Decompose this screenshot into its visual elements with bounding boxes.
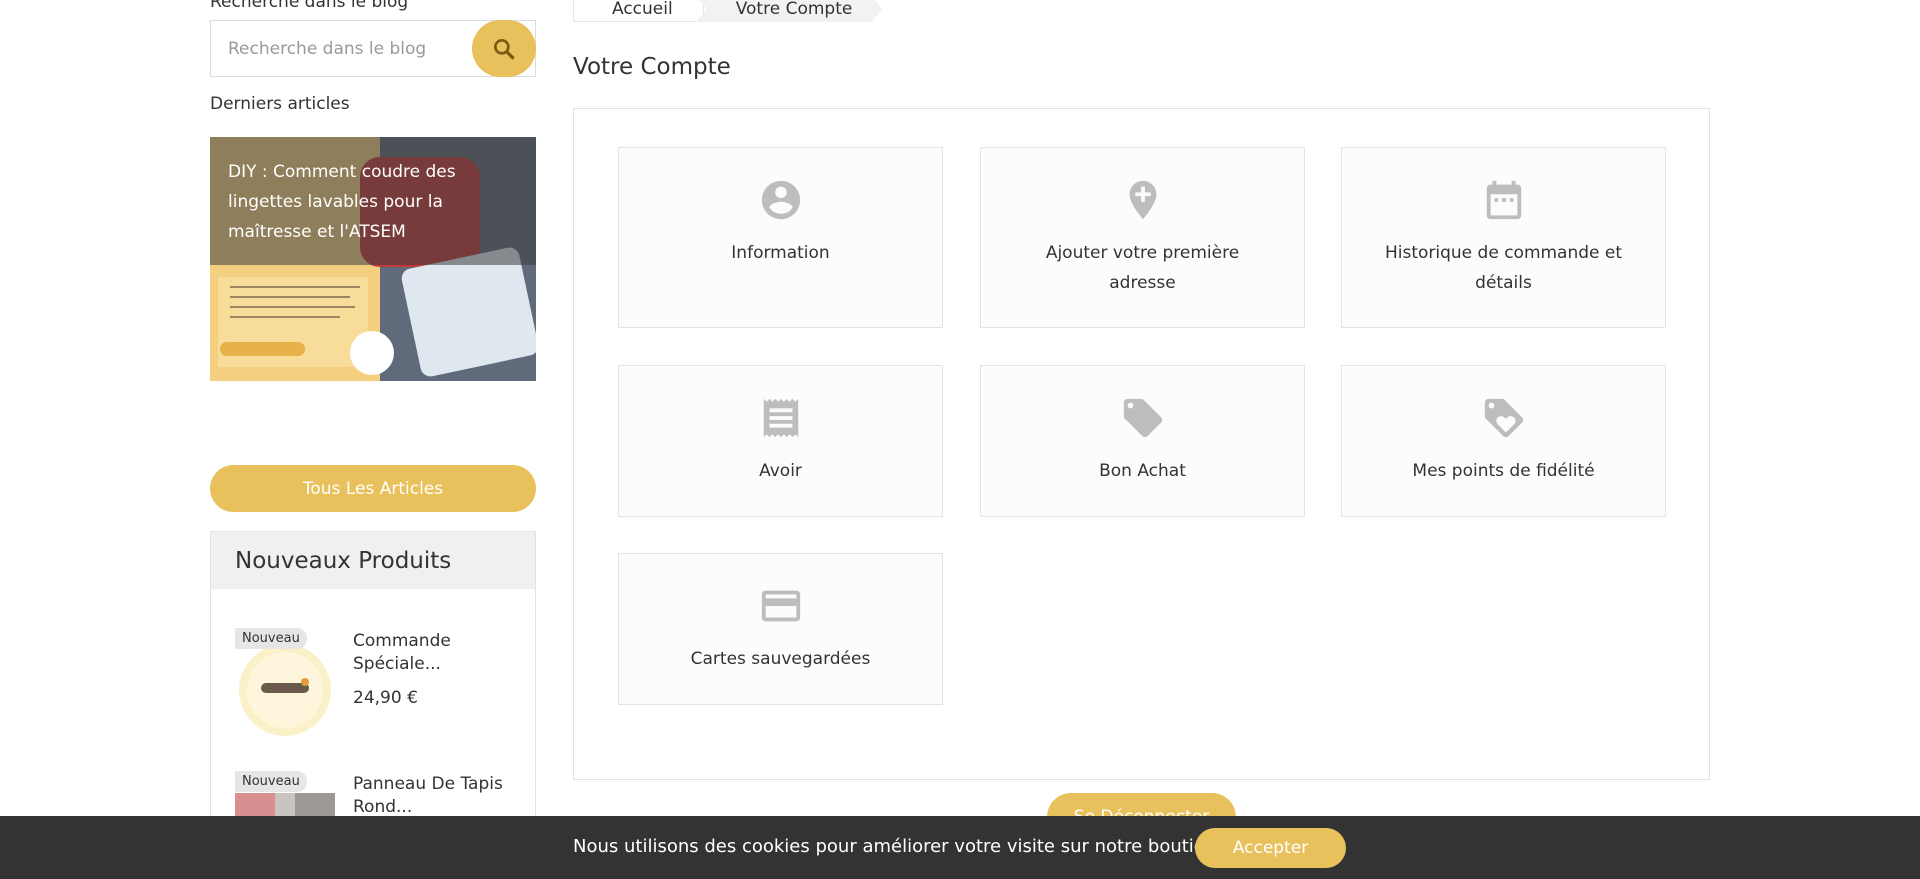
tile-order-history[interactable]: Historique de commande et détails <box>1341 147 1666 328</box>
search-icon <box>494 38 515 59</box>
tile-label: Ajouter votre première adresse <box>1045 243 1240 293</box>
all-articles-button[interactable]: Tous Les Articles <box>210 465 536 512</box>
cookie-accept-button[interactable]: Accepter <box>1195 828 1346 868</box>
blog-search-input[interactable] <box>211 21 461 76</box>
page-title: Votre Compte <box>573 54 731 80</box>
tile-label: Historique de commande et détails <box>1384 243 1623 293</box>
new-badge: Nouveau <box>235 628 307 649</box>
tile-add-address[interactable]: Ajouter votre première adresse <box>980 147 1305 328</box>
tag-icon <box>1119 394 1167 442</box>
cookie-message: Nous utilisons des cookies pour améliore… <box>573 836 1228 857</box>
blog-search-button[interactable] <box>472 20 536 77</box>
add-location-icon <box>1119 176 1167 224</box>
product-item[interactable]: Nouveau Commande Spéciale... 24,90 € <box>235 628 525 738</box>
calendar-icon <box>1480 176 1528 224</box>
product-name[interactable]: Panneau De Tapis Rond... <box>353 773 523 819</box>
breadcrumb-current: Votre Compte <box>695 0 883 22</box>
tile-label: Bon Achat <box>1099 461 1186 481</box>
blog-search-form <box>210 20 536 77</box>
blog-search-title: Recherche dans le blog <box>210 0 409 12</box>
tile-loyalty-points[interactable]: Mes points de fidélité <box>1341 365 1666 517</box>
loyalty-tag-icon <box>1480 394 1528 442</box>
tile-label: Mes points de fidélité <box>1412 461 1595 481</box>
tile-vouchers[interactable]: Bon Achat <box>980 365 1305 517</box>
article-title[interactable]: DIY : Comment coudre des lingettes lavab… <box>228 157 528 247</box>
account-circle-icon <box>757 176 805 224</box>
tile-label: Avoir <box>759 461 802 481</box>
tile-label: Information <box>731 243 830 263</box>
tile-information[interactable]: Information <box>618 147 943 328</box>
account-links-panel: Information Ajouter votre première adres… <box>573 108 1710 780</box>
new-products-title: Nouveaux Produits <box>211 532 535 589</box>
credit-card-icon <box>757 582 805 630</box>
tile-credit-slips[interactable]: Avoir <box>618 365 943 517</box>
tile-label: Cartes sauvegardées <box>690 649 871 669</box>
breadcrumb-home[interactable]: Accueil <box>573 0 704 22</box>
receipt-icon <box>757 394 805 442</box>
latest-articles-title: Derniers articles <box>210 94 350 114</box>
cookie-banner: Nous utilisons des cookies pour améliore… <box>0 816 1920 879</box>
product-price: 24,90 € <box>353 688 418 708</box>
product-thumbnail[interactable]: Nouveau <box>235 628 335 738</box>
tile-saved-cards[interactable]: Cartes sauvegardées <box>618 553 943 705</box>
product-name[interactable]: Commande Spéciale... <box>353 630 523 676</box>
article-card[interactable]: DIY : Comment coudre des lingettes lavab… <box>210 137 536 381</box>
breadcrumb: Accueil Votre Compte <box>573 0 883 22</box>
new-badge: Nouveau <box>235 771 307 792</box>
